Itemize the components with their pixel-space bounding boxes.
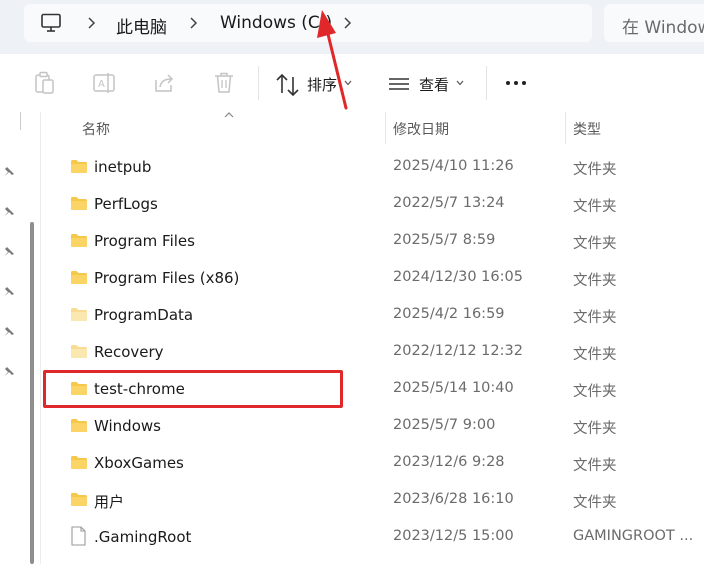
file-name: Program Files	[94, 232, 195, 250]
chevron-down-icon[interactable]	[344, 80, 352, 86]
paste-icon[interactable]	[31, 70, 57, 96]
nav-scrollbar[interactable]	[30, 222, 34, 564]
folder-icon	[71, 456, 87, 469]
column-header-name[interactable]: 名称	[82, 119, 110, 139]
column-separator[interactable]	[565, 112, 566, 144]
pin-icon[interactable]	[2, 365, 16, 379]
file-modified: 2023/6/28 16:10	[393, 491, 514, 507]
file-row[interactable]: 用户 2023/6/28 16:10 文件夹	[40, 482, 704, 519]
folder-icon	[71, 271, 87, 284]
file-modified: 2025/5/14 10:40	[393, 380, 514, 396]
breadcrumb-this-pc[interactable]: 此电脑	[116, 13, 167, 38]
folder-icon	[71, 493, 87, 506]
file-type: 文件夹	[573, 384, 617, 400]
highlight-box	[43, 370, 343, 408]
address-bar-area: 此电脑 Windows (C:) 在 Windows	[0, 0, 704, 54]
file-row[interactable]: Program Files (x86) 2024/12/30 16:05 文件夹	[40, 260, 704, 297]
pin-icon[interactable]	[2, 245, 16, 259]
delete-icon[interactable]	[211, 70, 237, 96]
column-header-type[interactable]: 类型	[573, 119, 601, 139]
toolbar-separator	[258, 66, 259, 100]
column-header-modified[interactable]: 修改日期	[393, 119, 449, 139]
file-type: GAMINGROOT ...	[573, 528, 694, 544]
breadcrumb-windows-c[interactable]: Windows (C:)	[220, 13, 332, 33]
file-name: 用户	[94, 493, 125, 511]
file-row[interactable]: Program Files 2025/5/7 8:59 文件夹	[40, 223, 704, 260]
file-name: PerfLogs	[94, 195, 158, 213]
column-header-row: 名称 修改日期 类型	[40, 112, 704, 144]
toolbar-separator	[486, 66, 487, 100]
file-name: Recovery	[94, 343, 164, 361]
file-row[interactable]: ProgramData 2025/4/2 16:59 文件夹	[40, 297, 704, 334]
pane-edge	[20, 112, 21, 130]
file-row[interactable]: inetpub 2025/4/10 11:26 文件夹	[40, 149, 704, 186]
computer-icon[interactable]	[40, 13, 62, 33]
hidden-folder-icon	[71, 308, 87, 321]
file-modified: 2025/5/7 9:00	[393, 417, 496, 433]
pin-icon[interactable]	[2, 165, 16, 179]
file-type: 文件夹	[573, 421, 617, 437]
file-type: 文件夹	[573, 495, 617, 511]
file-type: 文件夹	[573, 236, 617, 252]
file-modified: 2025/5/7 8:59	[393, 232, 496, 248]
more-options-icon[interactable]	[503, 73, 529, 93]
view-icon[interactable]	[387, 73, 413, 99]
file-name: .GamingRoot	[94, 528, 192, 546]
file-modified: 2025/4/10 11:26	[393, 158, 514, 174]
column-separator[interactable]	[385, 112, 386, 144]
sort-ascending-icon	[224, 112, 234, 118]
chevron-down-icon[interactable]	[456, 80, 464, 86]
view-button[interactable]: 查看	[419, 74, 449, 95]
share-icon[interactable]	[151, 70, 177, 96]
command-bar: A 排序 查看	[0, 54, 704, 112]
address-bar[interactable]: 此电脑 Windows (C:)	[24, 4, 592, 42]
chevron-right-icon[interactable]	[188, 16, 198, 30]
file-row[interactable]: Windows 2025/5/7 9:00 文件夹	[40, 408, 704, 445]
file-name: Program Files (x86)	[94, 269, 240, 287]
file-modified: 2022/5/7 13:24	[393, 195, 505, 211]
file-name: Windows	[94, 417, 161, 435]
file-modified: 2023/12/6 9:28	[393, 454, 505, 470]
hidden-folder-icon	[71, 345, 87, 358]
file-modified: 2024/12/30 16:05	[393, 269, 523, 285]
file-name: ProgramData	[94, 306, 194, 324]
file-name: inetpub	[94, 158, 152, 176]
rename-icon[interactable]: A	[91, 70, 117, 96]
folder-icon	[71, 160, 87, 173]
file-type: 文件夹	[573, 162, 617, 178]
file-name: XboxGames	[94, 454, 184, 472]
folder-icon	[71, 234, 87, 247]
folder-icon	[71, 197, 87, 210]
pin-icon[interactable]	[2, 285, 16, 299]
file-modified: 2023/12/5 15:00	[393, 528, 514, 544]
search-box[interactable]: 在 Windows	[604, 4, 704, 42]
pin-icon[interactable]	[2, 325, 16, 339]
folder-icon	[71, 419, 87, 432]
sort-button[interactable]: 排序	[307, 74, 337, 95]
file-icon	[71, 526, 86, 546]
chevron-right-icon[interactable]	[342, 16, 352, 30]
file-row[interactable]: Recovery 2022/12/12 12:32 文件夹	[40, 334, 704, 371]
file-type: 文件夹	[573, 273, 617, 289]
chevron-right-icon[interactable]	[86, 16, 96, 30]
file-type: 文件夹	[573, 458, 617, 474]
svg-text:A: A	[98, 79, 105, 90]
file-type: 文件夹	[573, 199, 617, 215]
file-row[interactable]: .GamingRoot 2023/12/5 15:00 GAMINGROOT .…	[40, 519, 704, 556]
file-type: 文件夹	[573, 347, 617, 363]
file-modified: 2022/12/12 12:32	[393, 343, 523, 359]
file-row[interactable]: PerfLogs 2022/5/7 13:24 文件夹	[40, 186, 704, 223]
file-type: 文件夹	[573, 310, 617, 326]
sort-icon[interactable]	[275, 72, 301, 98]
pin-icon[interactable]	[2, 205, 16, 219]
file-row[interactable]: XboxGames 2023/12/6 9:28 文件夹	[40, 445, 704, 482]
search-placeholder: 在 Windows	[622, 18, 704, 38]
file-modified: 2025/4/2 16:59	[393, 306, 505, 322]
